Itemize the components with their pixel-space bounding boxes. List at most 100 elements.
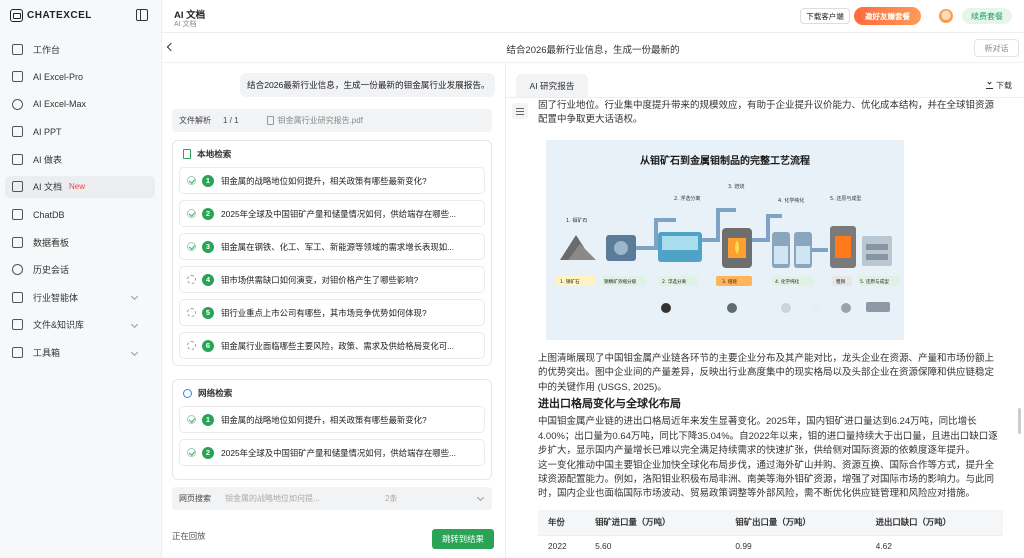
- row-text: 2025年全球及中国钼矿产量和储量情况如何，供给端存在哪些...: [221, 208, 456, 219]
- search-query-row[interactable]: 6 钼金属行业面临哪些主要风险，政策、需求及供给格局变化可...: [179, 332, 485, 359]
- figure-bottom-label: 2. 浮选分离: [662, 278, 687, 285]
- search-query-row[interactable]: 2 2025年全球及中国钼矿产量和储量情况如何，供给端存在哪些...: [179, 439, 485, 466]
- table-cell: 5.60: [595, 540, 612, 551]
- row-number: 3: [202, 240, 214, 253]
- table-body: 2022 5.60 0.99 4.62: [538, 536, 1003, 556]
- sidebar-item-label: AI Excel-Pro: [33, 71, 84, 82]
- sidebar-item-label: 工具箱: [33, 348, 61, 359]
- file-parse-bar[interactable]: 文件解析 1 / 1 钼金属行业研究报告.pdf: [172, 109, 492, 132]
- chevron-down-icon[interactable]: [476, 493, 485, 502]
- sidebar-item-1[interactable]: AI Excel-Pro: [5, 66, 155, 88]
- figure-step-label: 2. 浮选分离: [674, 195, 700, 202]
- local-search-title: 本地检索: [197, 149, 232, 159]
- toolbox-icon: [12, 347, 23, 359]
- sidebar-item-9[interactable]: 行业智能体: [5, 286, 155, 308]
- tab-ai-research-report[interactable]: AI 研究报告: [516, 74, 588, 97]
- file-parse-label: 文件解析: [179, 116, 211, 125]
- web-search-header: 网络检索: [173, 380, 491, 406]
- figure-bottom-label: 粗钼: [836, 278, 846, 285]
- sidebar-item-5[interactable]: AI 文档 New: [5, 175, 155, 198]
- web-search-list: 1 钼金属的战略地位如何提升，相关政策有哪些最新变化? 2 2025年全球及中国钼矿产…: [173, 406, 491, 466]
- table-cell: 4.62: [875, 540, 892, 551]
- sidebar-item-10[interactable]: 文件&知识库: [5, 314, 155, 336]
- figure-bottom-label: 1. 钼矿石: [560, 278, 580, 285]
- figure-bottom-label: 3. 焙烧: [722, 278, 737, 285]
- section-paragraph-1: 中国钼金属产业链的进出口格局近年来发生显著变化。2025年，国内钼矿进口量达到6…: [538, 416, 998, 457]
- chevron-down-icon[interactable]: [130, 348, 139, 356]
- web-search-card: 网络检索 1 钼金属的战略地位如何提升，相关政策有哪些最新变化? 2 2025年全球及…: [172, 379, 492, 480]
- search-query-row[interactable]: 1 钼金属的战略地位如何提升，相关政策有哪些最新变化?: [179, 406, 485, 433]
- report-body: 固了行业地位。行业集中度提升带来的规模效应，有助于企业提升议价能力、优化成本结构…: [538, 99, 1003, 558]
- document-icon: [12, 181, 23, 193]
- topbar: AI 文档 AI 文档 下载客户端 邀好友赚套餐 续费套餐: [162, 0, 1024, 33]
- download-button[interactable]: 下载: [986, 80, 1012, 91]
- row-number: 6: [202, 339, 214, 352]
- local-search-header: 本地检索: [173, 141, 491, 167]
- brand-name: CHATEXCEL: [27, 10, 92, 21]
- globe-icon: [183, 388, 192, 398]
- table-cell: 2022: [548, 540, 567, 551]
- file-name[interactable]: 钼金属行业研究报告.pdf: [278, 115, 363, 126]
- new-badge: New: [69, 182, 86, 192]
- table-header-row: 年份 钼矿进口量（万吨） 钼矿出口量（万吨） 进出口缺口（万吨）: [538, 509, 1003, 537]
- section-heading: 进出口格局变化与全球化布局: [538, 398, 681, 411]
- invite-friends-button[interactable]: 邀好友赚套餐: [854, 7, 921, 25]
- web-page-search-label: 网页搜索: [179, 494, 211, 503]
- search-query-row[interactable]: 5 钼行业重点上市公司有哪些，其市场竞争优势如何体现?: [179, 299, 485, 326]
- loading-icon: [187, 308, 196, 317]
- chevron-down-icon[interactable]: [130, 293, 139, 301]
- sidebar-item-4[interactable]: AI 做表: [5, 148, 155, 170]
- search-query-row[interactable]: 4 钼市场供需缺口如何演变，对钼价格产生了哪些影响?: [179, 266, 485, 293]
- search-query-row[interactable]: 2 2025年全球及中国钼矿产量和储量情况如何，供给端存在哪些...: [179, 200, 485, 227]
- download-client-button[interactable]: 下载客户端: [800, 8, 850, 24]
- row-number: 1: [202, 413, 214, 426]
- new-chat-button[interactable]: 新对话: [974, 39, 1019, 57]
- web-page-search-bar[interactable]: 网页搜索 钼金属的战略地位如何提... 2条: [172, 487, 492, 510]
- check-circle-icon: [187, 448, 196, 457]
- sidebar-collapse-icon[interactable]: [136, 9, 148, 21]
- logo-icon: [10, 9, 23, 22]
- row-number: 2: [202, 446, 214, 459]
- excel-icon: [12, 71, 23, 83]
- history-icon: [12, 264, 23, 276]
- ppt-icon: [12, 126, 23, 138]
- search-query-row[interactable]: 1 钼金属的战略地位如何提升，相关政策有哪些最新变化?: [179, 167, 485, 194]
- sidebar-item-2[interactable]: AI Excel-Max: [5, 93, 155, 115]
- chevron-down-icon[interactable]: [130, 320, 139, 328]
- scrollbar-thumb[interactable]: [1018, 408, 1021, 434]
- grid-icon: [12, 43, 23, 55]
- sidebar-item-3[interactable]: AI PPT: [5, 121, 155, 143]
- download-icon: [986, 82, 993, 89]
- outline-menu-icon[interactable]: [512, 103, 528, 119]
- sidebar-item-8[interactable]: 历史会话: [5, 259, 155, 281]
- tab-divider: [506, 97, 1024, 98]
- pdf-file-icon: [266, 116, 274, 125]
- figure-bottom-label: 4. 化学纯化: [775, 278, 800, 285]
- table-row: 2022 5.60 0.99 4.62: [538, 536, 1003, 556]
- row-number: 4: [202, 273, 214, 286]
- sidebar-item-0[interactable]: 工作台: [5, 38, 155, 60]
- figure-step-label: 5. 还原与成型: [830, 195, 861, 202]
- row-number: 5: [202, 306, 214, 319]
- user-message: 结合2026最新行业信息，生成一份最新的钼金属行业发展报告。: [240, 73, 495, 97]
- sidebar-item-6[interactable]: ChatDB: [5, 204, 155, 226]
- process-flow-figure[interactable]: 从钼矿石到金属钼制品的完整工艺流程 2. 浮选分离 3. 焙烧 4. 化学纯化 …: [546, 139, 904, 340]
- jump-to-result-button[interactable]: 跳转到结果: [432, 529, 494, 549]
- table-header-cell: 钼矿出口量（万吨）: [725, 509, 866, 537]
- table-header-cell: 钼矿进口量（万吨）: [585, 509, 726, 537]
- row-number: 2: [202, 207, 214, 220]
- check-circle-icon: [187, 176, 196, 185]
- sidebar-item-label: 历史会话: [33, 265, 70, 276]
- sidebar-item-11[interactable]: 工具箱: [5, 342, 155, 364]
- brand[interactable]: CHATEXCEL: [10, 9, 92, 22]
- row-text: 钼金属的战略地位如何提升，相关政策有哪些最新变化?: [221, 414, 427, 425]
- figure-bottom-label: 钼精矿浓缩分级: [604, 278, 637, 285]
- sidebar-item-label: 工作台: [33, 44, 61, 55]
- renew-plan-button[interactable]: 续费套餐: [962, 8, 1012, 24]
- search-query-row[interactable]: 3 钼金属在钢铁、化工、军工、新能源等领域的需求增长表现如...: [179, 233, 485, 260]
- table-icon: [12, 153, 23, 165]
- sidebar-item-7[interactable]: 数据看板: [5, 231, 155, 253]
- process-flow-illustration: 从钼矿石到金属钼制品的完整工艺流程 2. 浮选分离 3. 焙烧 4. 化学纯化 …: [546, 139, 904, 340]
- avatar[interactable]: [939, 9, 953, 23]
- row-text: 钼金属的战略地位如何提升，相关政策有哪些最新变化?: [221, 175, 427, 186]
